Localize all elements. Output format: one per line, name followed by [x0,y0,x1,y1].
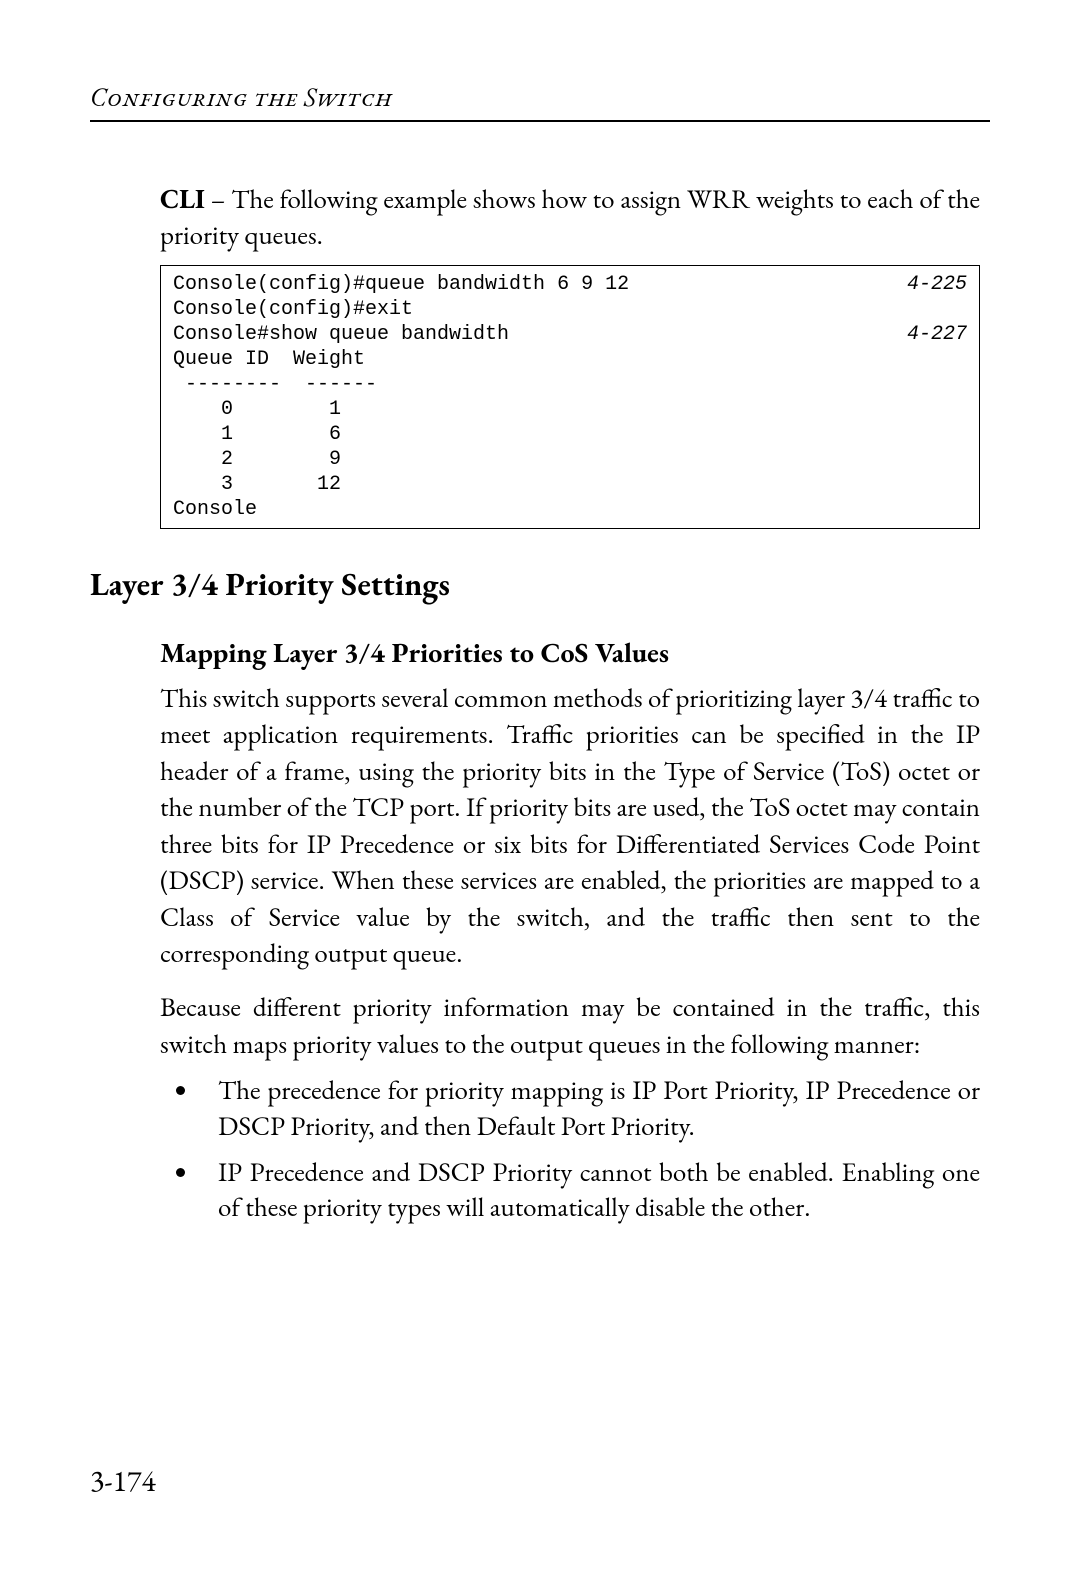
code-text: Console(config)#exit [173,297,413,322]
code-ref: 4-227 [907,322,967,347]
code-line: -------- ------ [173,372,967,397]
code-line: 0 1 [173,397,967,422]
bullet-item: IP Precedence and DSCP Priority cannot b… [200,1155,980,1226]
code-line: Console(config)#queue bandwidth 6 9 12 4-… [173,272,967,297]
code-text: 2 9 [173,447,341,472]
code-line: Console [173,497,967,522]
code-text: -------- ------ [173,372,377,397]
code-text: Console(config)#queue bandwidth 6 9 12 [173,272,629,297]
running-head: Configuring the Switch [90,80,990,114]
code-text: 3 12 [173,472,341,497]
bullet-item: The precedence for priority mapping is I… [200,1073,980,1144]
subsection-heading-mapping: Mapping Layer 3/4 Priorities to CoS Valu… [160,635,980,671]
paragraph-2: Because different priority information m… [160,990,980,1063]
header-rule [90,120,990,122]
page: Configuring the Switch CLI – The followi… [0,0,1080,1570]
intro-paragraph: CLI – The following example shows how to… [160,182,980,255]
paragraph-1: This switch supports several common meth… [160,681,980,973]
bullet-list: The precedence for priority mapping is I… [160,1073,980,1226]
code-text: Queue ID Weight [173,347,365,372]
code-text: 1 6 [173,422,341,447]
page-number: 3-174 [90,1461,156,1500]
code-line: Console#show queue bandwidth 4-227 [173,322,967,347]
code-line: Queue ID Weight [173,347,967,372]
code-ref: 4-225 [907,272,967,297]
code-line: Console(config)#exit [173,297,967,322]
intro-text: – The following example shows how to ass… [160,182,980,253]
code-text: Console#show queue bandwidth [173,322,509,347]
code-text: Console [173,497,257,522]
code-line: 2 9 [173,447,967,472]
intro-block: CLI – The following example shows how to… [160,182,980,529]
section-heading-layer34: Layer 3/4 Priority Settings [90,563,990,605]
code-text: 0 1 [173,397,341,422]
code-line: 1 6 [173,422,967,447]
code-block: Console(config)#queue bandwidth 6 9 12 4-… [160,265,980,529]
code-line: 3 12 [173,472,967,497]
section-body: Mapping Layer 3/4 Priorities to CoS Valu… [160,635,980,1226]
cli-label: CLI [160,182,205,217]
